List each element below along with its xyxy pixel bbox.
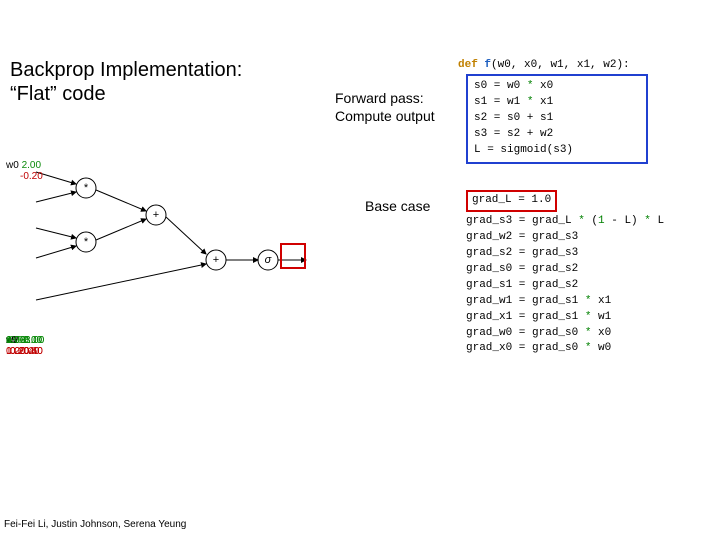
graph-svg: * * + + σ bbox=[6, 160, 316, 330]
computational-graph: * * + + σ w0 2.00 -0.20 bbox=[6, 160, 316, 330]
grad-L-highlight: grad_L = 1.0 bbox=[466, 190, 557, 212]
slide-title: Backprop Implementation: “Flat” code bbox=[10, 58, 242, 106]
svg-text:σ: σ bbox=[265, 254, 272, 266]
slide-footer: Fei-Fei Li, Justin Johnson, Serena Yeung bbox=[4, 519, 186, 530]
title-line1: Backprop Implementation: bbox=[10, 59, 242, 81]
svg-text:+: + bbox=[213, 254, 219, 266]
code-def-line: def f(w0, x0, w1, x1, w2): bbox=[458, 58, 630, 74]
svg-text:*: * bbox=[84, 236, 89, 248]
output-highlight-box bbox=[280, 243, 306, 269]
gradient-code-block: grad_L = 1.0 grad_s3 = grad_L * (1 - L) … bbox=[466, 190, 664, 357]
title-line2: “Flat” code bbox=[10, 83, 106, 105]
label-L: 0.731.00 bbox=[6, 335, 25, 357]
svg-text:*: * bbox=[84, 182, 89, 194]
base-case-label: Base case bbox=[365, 198, 430, 214]
forward-code-box: s0 = w0 * x0 s1 = w1 * x1 s2 = s0 + s1 s… bbox=[466, 74, 648, 164]
label-w0: w0 2.00 -0.20 bbox=[6, 160, 43, 182]
forward-pass-label: Forward pass: Compute output bbox=[335, 89, 435, 125]
svg-text:+: + bbox=[153, 209, 159, 221]
